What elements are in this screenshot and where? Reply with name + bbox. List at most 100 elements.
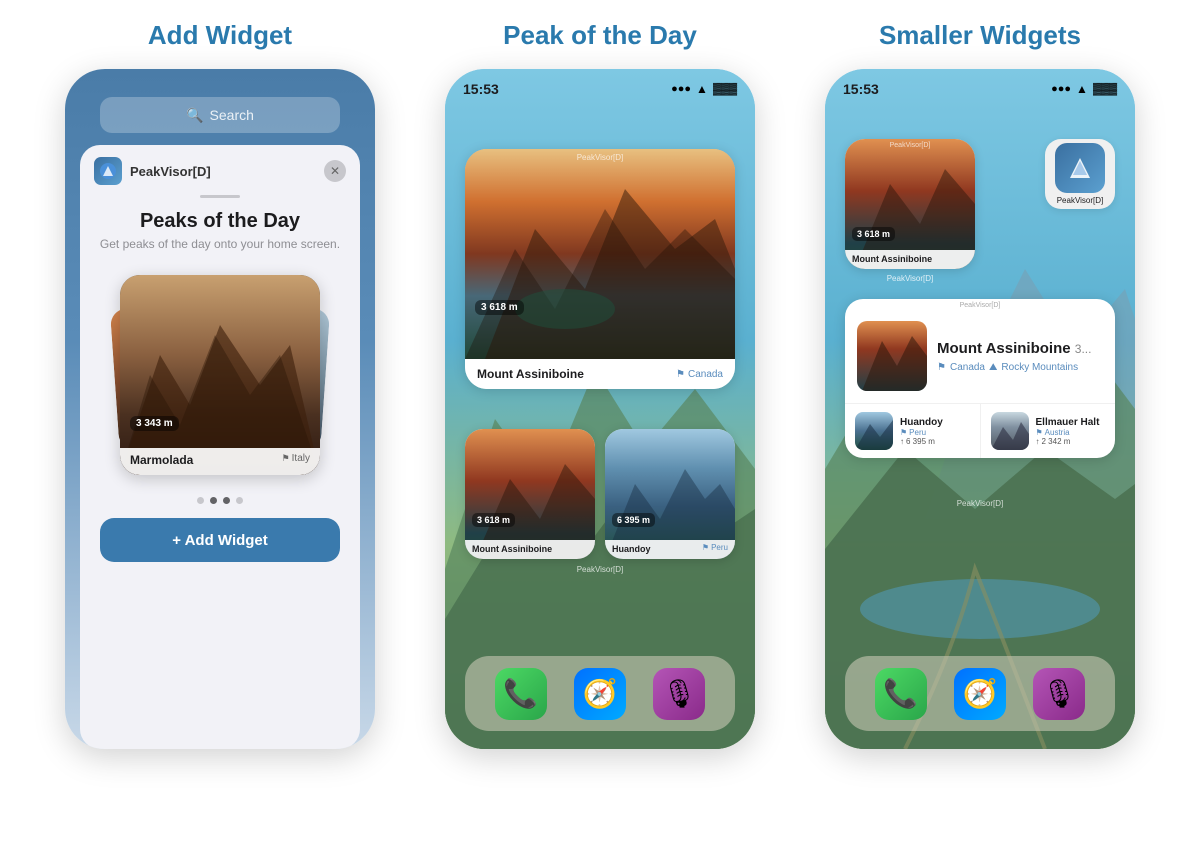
status-icons-3: ●●● ▲ ▓▓▓ <box>1051 82 1117 96</box>
s3-medium-widget: PeakVisor[D] Mount Assiniboine 3... <box>845 299 1115 458</box>
s3-sw-peak: Mount Assiniboine <box>852 254 968 264</box>
dock-2: 📞 🧭 🎙 <box>465 656 735 731</box>
s3-sc2-country: ⚑ Austria <box>1036 428 1100 437</box>
page-dots <box>197 497 243 504</box>
sw1-peak: Mount Assiniboine <box>472 544 588 554</box>
app-icon <box>94 157 122 185</box>
add-widget-label: + Add Widget <box>172 532 268 549</box>
sections-row: Add Widget 🔍 Search PeakVisor[D] ✕ <box>0 0 1200 749</box>
flag-icon-mw: ⚑ <box>937 362 946 373</box>
small-widget-label: PeakVisor[D] <box>445 565 755 574</box>
s3-mw-bottom-label: PeakVisor[D] <box>825 499 1135 508</box>
large-widget-image: PeakVisor[D] 3 618 m <box>465 149 735 359</box>
s3-mw-img <box>857 321 927 391</box>
dock-3: 📞 🧭 🎙 <box>845 656 1115 731</box>
flag-icon-sw2: ⚑ <box>702 543 709 552</box>
wifi-icon-3: ▲ <box>1076 82 1088 96</box>
app-name-label: PeakVisor[D] <box>130 164 316 179</box>
s3-app-icon[interactable]: PeakVisor[D] <box>1045 139 1115 209</box>
preview-main: 3 343 m Marmolada ⚑ Italy <box>120 275 320 475</box>
large-widget: PeakVisor[D] 3 618 m Mount Assiniboine ⚑… <box>465 149 735 389</box>
flag-sc2: ⚑ <box>1036 428 1043 437</box>
app-icon-inner <box>1055 143 1105 193</box>
signal-icon-3: ●●● <box>1051 83 1071 95</box>
search-icon: 🔍 <box>186 107 203 124</box>
phone-frame-1: 🔍 Search PeakVisor[D] ✕ Peaks of the Day <box>65 69 375 749</box>
mountain-icon-mw: ⛰ <box>989 362 997 373</box>
search-label: Search <box>210 107 254 123</box>
elev-icon-sc1: ↑ <box>900 437 904 446</box>
sw1-elevation: 3 618 m <box>472 513 515 527</box>
dot-4 <box>236 497 243 504</box>
s3-mw-regions: ⚑ Canada ⛰ Rocky Mountains <box>937 362 1103 373</box>
status-bar-3: 15:53 ●●● ▲ ▓▓▓ <box>825 69 1135 97</box>
panel-subtitle: Get peaks of the day onto your home scre… <box>84 237 356 251</box>
s3-sc1-peak: Huandoy <box>900 417 943 428</box>
s3-sw-elevation: 3 618 m <box>852 227 895 241</box>
dot-3 <box>223 497 230 504</box>
sw2-info: Huandoy ⚑ Peru <box>605 540 735 559</box>
s3-sc2-img <box>991 412 1029 450</box>
section2-title: Peak of the Day <box>503 20 697 51</box>
dock-phone-2[interactable]: 📞 <box>495 668 547 720</box>
dock-podcasts-3[interactable]: 🎙 <box>1033 668 1085 720</box>
main-mountain-image <box>120 275 320 475</box>
battery-icon: ▓▓▓ <box>713 83 737 95</box>
section-peak-of-day: Peak of the Day <box>410 20 790 749</box>
s3-sc2-peak: Ellmauer Halt <box>1036 417 1100 428</box>
s3-sc2-elev: ↑ 2 342 m <box>1036 437 1100 446</box>
s3-sc1-img <box>855 412 893 450</box>
time-display-3: 15:53 <box>843 81 879 97</box>
s3-mw-peak: Mount Assiniboine 3... <box>937 340 1103 358</box>
s3-sw-label: PeakVisor[D] <box>845 142 975 149</box>
s3-sc1-country: ⚑ Peru <box>900 428 943 437</box>
s3-sc1-info: Huandoy ⚑ Peru ↑ 6 395 m <box>900 417 943 446</box>
s3-sc1-elev: ↑ 6 395 m <box>900 437 943 446</box>
dock-phone-3[interactable]: 📞 <box>875 668 927 720</box>
small-widget-1: 3 618 m Mount Assiniboine <box>465 429 595 559</box>
s3-mw-main-row: Mount Assiniboine 3... ⚑ Canada ⛰ Rocky … <box>845 309 1115 403</box>
flag-icon: ⚑ <box>282 453 290 464</box>
large-country: ⚑ Canada <box>676 369 723 380</box>
s3-sw-bottom-label: PeakVisor[D] <box>845 274 975 283</box>
small-widget-2: 6 395 m Huandoy ⚑ Peru <box>605 429 735 559</box>
phone-frame-2: 15:53 ●●● ▲ ▓▓▓ <box>445 69 755 749</box>
sw1-info: Mount Assiniboine <box>465 540 595 559</box>
s3-mw-info: Mount Assiniboine 3... ⚑ Canada ⛰ Rocky … <box>937 340 1103 373</box>
panel-title: Peaks of the Day <box>140 210 300 233</box>
signal-icon: ●●● <box>671 83 691 95</box>
section-smaller-widgets: Smaller Widgets <box>790 20 1170 749</box>
widget-panel: PeakVisor[D] ✕ Peaks of the Day Get peak… <box>80 145 360 749</box>
widget-panel-header: PeakVisor[D] ✕ <box>80 145 360 193</box>
s3-small-widget: 3 618 m Mount Assiniboine PeakVisor[D] <box>845 139 975 269</box>
s3-mw-small-row: Huandoy ⚑ Peru ↑ 6 395 m <box>845 403 1115 458</box>
main-widget-info: Marmolada ⚑ Italy <box>120 448 320 475</box>
s3-small-cell-2: Ellmauer Halt ⚑ Austria ↑ 2 342 m <box>981 404 1116 458</box>
phone-frame-3: 15:53 ●●● ▲ ▓▓▓ 3 618 m <box>825 69 1135 749</box>
search-bar[interactable]: 🔍 Search <box>100 97 340 133</box>
widget-preview: 3 343 m Marmolada ⚑ Italy <box>110 265 330 485</box>
add-widget-button[interactable]: + Add Widget <box>100 518 340 562</box>
s3-mw-label: PeakVisor[D] <box>845 299 1115 309</box>
phone3-screen: 15:53 ●●● ▲ ▓▓▓ 3 618 m <box>825 69 1135 749</box>
dock-safari-2[interactable]: 🧭 <box>574 668 626 720</box>
large-widget-bottom: Mount Assiniboine ⚑ Canada <box>465 359 735 389</box>
flag-sc1: ⚑ <box>900 428 907 437</box>
wifi-icon: ▲ <box>696 82 708 96</box>
s3-sc2-info: Ellmauer Halt ⚑ Austria ↑ 2 342 m <box>1036 417 1100 446</box>
dock-safari-3[interactable]: 🧭 <box>954 668 1006 720</box>
time-display-2: 15:53 <box>463 81 499 97</box>
battery-icon-3: ▓▓▓ <box>1093 83 1117 95</box>
s3-small-cell-1: Huandoy ⚑ Peru ↑ 6 395 m <box>845 404 980 458</box>
large-elevation: 3 618 m <box>475 300 524 315</box>
main-country: ⚑ Italy <box>282 453 310 464</box>
small-widgets-row: 3 618 m Mount Assiniboine 6 395 m <box>465 429 735 559</box>
phone2-screen: 15:53 ●●● ▲ ▓▓▓ <box>445 69 755 749</box>
status-bar-2: 15:53 ●●● ▲ ▓▓▓ <box>445 69 755 97</box>
flag-icon-2: ⚑ <box>676 369 685 380</box>
close-button[interactable]: ✕ <box>324 160 346 182</box>
large-widget-label: PeakVisor[D] <box>465 153 735 162</box>
dock-podcasts-2[interactable]: 🎙 <box>653 668 705 720</box>
sw2-country: ⚑ Peru <box>702 543 728 552</box>
large-peak-name: Mount Assiniboine <box>477 367 584 381</box>
